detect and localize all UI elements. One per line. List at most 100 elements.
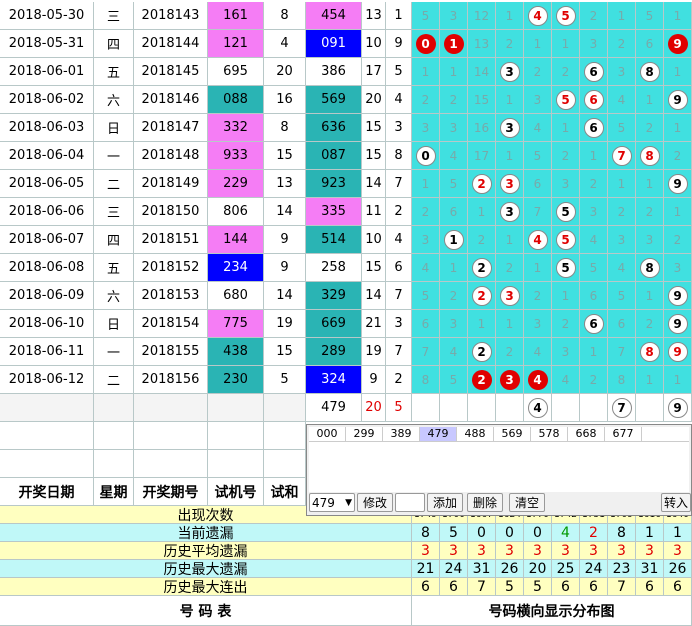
dist-cell: 5	[552, 226, 580, 254]
dist-cell: 4	[524, 2, 552, 30]
dist-cell: 1	[552, 114, 580, 142]
omit-count: 2	[645, 316, 654, 331]
candidate-item[interactable]: 578	[531, 427, 568, 441]
ball-5: 5	[555, 229, 576, 250]
dist-cell: 9	[664, 310, 692, 338]
cell-draw: 087	[306, 142, 362, 170]
cell-week: 日	[94, 114, 134, 142]
stat-value: 4	[552, 524, 580, 542]
delete-button[interactable]: 删除	[467, 493, 503, 512]
omit-count: 2	[645, 204, 654, 219]
omit-count: 5	[449, 176, 458, 191]
omit-count: 2	[421, 204, 430, 219]
cell-sum: 15	[264, 338, 306, 366]
cell-a: 14	[362, 170, 386, 198]
ball-2: 2	[471, 341, 492, 362]
dist-cell: 2	[524, 282, 552, 310]
cell-issue: 2018147	[134, 114, 208, 142]
chevron-down-icon[interactable]: ▼	[345, 498, 352, 508]
ball-6: 6	[583, 313, 604, 334]
dist-cell: 6	[524, 170, 552, 198]
omit-count: 5	[449, 372, 458, 387]
omit-count: 3	[589, 36, 598, 51]
ball-7: 7	[611, 397, 632, 418]
candidate-area[interactable]	[309, 441, 689, 492]
dist-cell: 4	[524, 338, 552, 366]
candidate-item[interactable]: 389	[383, 427, 420, 441]
dist-cell: 1	[524, 254, 552, 282]
cell-a: 15	[362, 142, 386, 170]
combo-value: 479	[312, 495, 335, 510]
number-input[interactable]	[395, 493, 425, 512]
omit-count: 4	[449, 148, 458, 163]
ball-5: 5	[555, 257, 576, 278]
dist-cell: 15	[468, 86, 496, 114]
dist-cell: 1	[608, 170, 636, 198]
dist-cell: 2	[468, 254, 496, 282]
dist-cell: 6	[580, 86, 608, 114]
omit-count: 1	[421, 176, 430, 191]
omit-count: 4	[561, 372, 570, 387]
cell-b: 1	[386, 2, 412, 30]
cell-sum: 15	[264, 142, 306, 170]
dist-cell: 1	[496, 226, 524, 254]
cell-draw: 569	[306, 86, 362, 114]
ball-9: 9	[667, 89, 688, 110]
dist-cell: 5	[580, 254, 608, 282]
dist-cell: 3	[496, 114, 524, 142]
dist-cell: 3	[580, 30, 608, 58]
stat-value: 3	[412, 542, 440, 560]
candidate-item[interactable]: 000	[309, 427, 346, 441]
dist-cell: 2	[552, 142, 580, 170]
omit-count: 2	[449, 288, 458, 303]
clear-button[interactable]: 清空	[509, 493, 545, 512]
pred-issue	[134, 394, 208, 422]
cell-draw: 324	[306, 366, 362, 394]
stat-value: 6	[580, 578, 608, 596]
edit-button[interactable]: 修改	[357, 493, 393, 512]
ball-9: 9	[667, 313, 688, 334]
ball-8: 8	[639, 145, 660, 166]
ball-9: 9	[667, 341, 688, 362]
dist-cell: 5	[412, 2, 440, 30]
candidate-item[interactable]: 677	[605, 427, 642, 441]
candidate-item[interactable]: 668	[568, 427, 605, 441]
candidate-item[interactable]: 569	[494, 427, 531, 441]
stat-value: 7	[608, 578, 636, 596]
candidate-item[interactable]: 299	[346, 427, 383, 441]
omit-count: 5	[421, 288, 430, 303]
cell-a: 14	[362, 282, 386, 310]
dist-cell: 3	[412, 226, 440, 254]
dist-cell: 5	[608, 114, 636, 142]
omit-count: 2	[589, 372, 598, 387]
add-button[interactable]: 添加	[427, 493, 463, 512]
combo-box[interactable]: 479 ▼	[309, 493, 355, 512]
cell-sum: 8	[264, 114, 306, 142]
omit-count: 1	[561, 288, 570, 303]
dist-cell: 1	[664, 58, 692, 86]
blank-cell	[264, 422, 306, 450]
omit-count: 1	[673, 372, 682, 387]
dist-cell: 5	[608, 282, 636, 310]
stat-value: 3	[440, 542, 468, 560]
dist-cell: 6	[580, 310, 608, 338]
ball-4: 4	[527, 397, 548, 418]
candidate-item[interactable]: 488	[457, 427, 494, 441]
omit-count: 15	[473, 92, 490, 107]
candidate-item[interactable]: 479	[420, 427, 457, 441]
cell-b: 7	[386, 282, 412, 310]
omit-count: 6	[449, 204, 458, 219]
import-button[interactable]: 转入	[661, 493, 691, 512]
ball-9: 9	[667, 33, 688, 54]
candidate-list[interactable]: 000 299 389 479 488 569 578 668 677	[309, 427, 689, 441]
cell-issue: 2018149	[134, 170, 208, 198]
ball-7: 7	[611, 145, 632, 166]
dist-cell: 2	[468, 366, 496, 394]
omit-count: 1	[505, 92, 514, 107]
omit-count: 3	[421, 232, 430, 247]
cell-date: 2018-06-05	[0, 170, 94, 198]
ball-6: 6	[583, 61, 604, 82]
dist-cell: 4	[412, 254, 440, 282]
omit-count: 5	[589, 260, 598, 275]
cell-week: 五	[94, 254, 134, 282]
